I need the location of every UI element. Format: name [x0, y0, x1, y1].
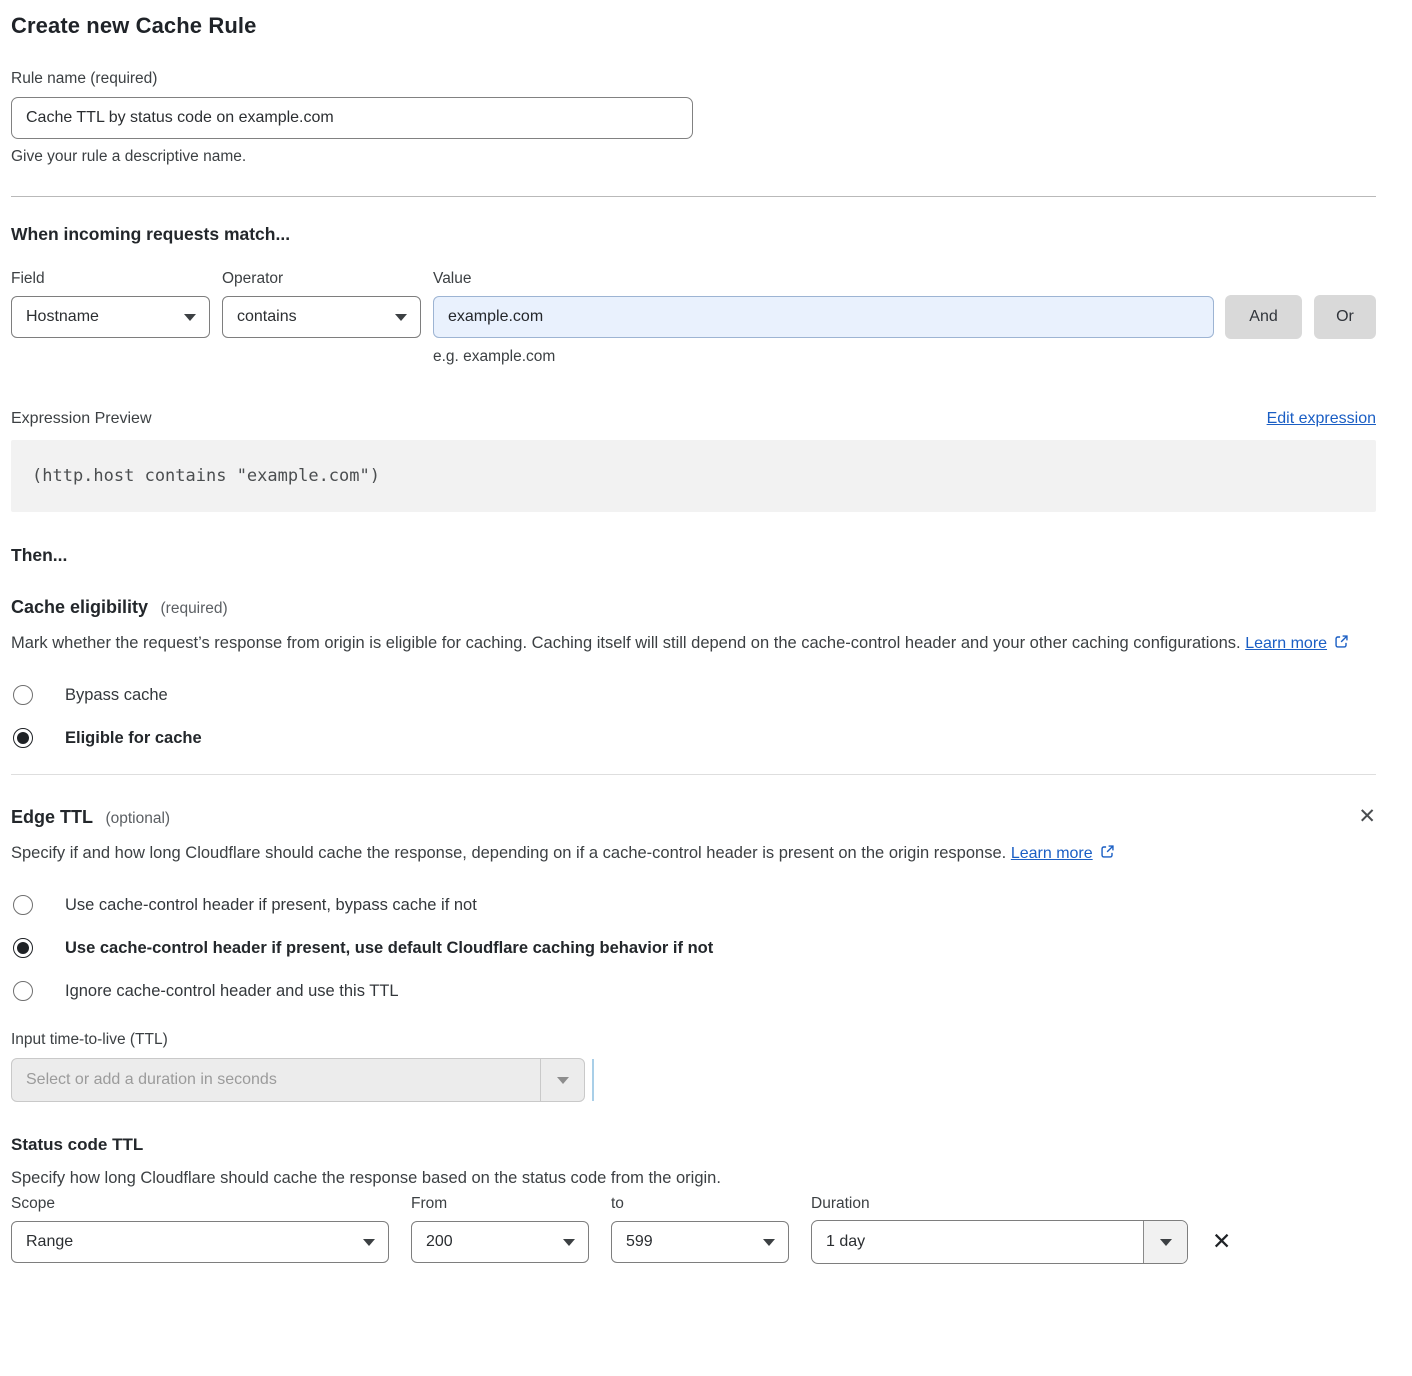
ttl-input-label: Input time-to-live (TTL)	[11, 1031, 1376, 1049]
ttl-input-row: Select or add a duration in seconds	[11, 1058, 1376, 1102]
to-select[interactable]: 599	[611, 1221, 789, 1263]
ttl-duration-select[interactable]: Select or add a duration in seconds	[11, 1058, 585, 1102]
edge-ttl-description: Specify if and how long Cloudflare shoul…	[11, 839, 1121, 868]
edge-ttl-learn-more-link[interactable]: Learn more	[1011, 845, 1093, 862]
expression-preview-label: Expression Preview	[11, 410, 152, 428]
status-code-ttl-title: Status code TTL	[11, 1135, 1376, 1155]
edge-ttl-optional: (optional)	[105, 810, 170, 827]
radio-option-label: Ignore cache-control header and use this…	[65, 982, 399, 1001]
chevron-down-icon	[1143, 1221, 1187, 1263]
radio-icon	[13, 981, 33, 1001]
close-icon[interactable]: ✕	[1358, 806, 1376, 827]
page-title: Create new Cache Rule	[11, 13, 1376, 39]
radio-option-eligible-for-cache[interactable]: Eligible for cache	[11, 728, 1376, 748]
expression-preview-code: (http.host contains "example.com")	[11, 440, 1376, 512]
status-code-column-labels: Scope From to Duration	[11, 1195, 1376, 1213]
cache-eligibility-description: Mark whether the request’s response from…	[11, 629, 1356, 658]
scope-select[interactable]: Range	[11, 1221, 389, 1263]
and-button[interactable]: And	[1225, 295, 1302, 339]
to-select-value: 599	[626, 1233, 653, 1251]
from-label: From	[411, 1195, 611, 1213]
radio-option-label: Use cache-control header if present, use…	[65, 939, 713, 958]
match-column-labels: Field Operator Value	[11, 270, 1376, 288]
operator-select[interactable]: contains	[222, 296, 421, 338]
cache-eligibility-title: Cache eligibility	[11, 597, 148, 617]
ttl-duration-placeholder: Select or add a duration in seconds	[26, 1071, 277, 1089]
duration-select[interactable]: 1 day	[811, 1220, 1188, 1264]
status-code-ttl-row: Range 200 599 1 day ✕	[11, 1220, 1376, 1264]
radio-option-ignore-cache-control[interactable]: Ignore cache-control header and use this…	[11, 981, 1376, 1001]
chevron-down-icon	[563, 1239, 575, 1246]
match-heading: When incoming requests match...	[11, 224, 1376, 245]
radio-option-label: Use cache-control header if present, byp…	[65, 896, 477, 915]
or-button[interactable]: Or	[1314, 295, 1376, 339]
section-divider	[11, 196, 1376, 197]
radio-icon	[13, 728, 33, 748]
cache-eligibility-required: (required)	[161, 600, 228, 617]
rule-name-helper: Give your rule a descriptive name.	[11, 148, 1376, 166]
focus-indicator-bar	[592, 1059, 594, 1101]
rule-name-label: Rule name (required)	[11, 70, 1376, 88]
edit-expression-link[interactable]: Edit expression	[1267, 410, 1376, 428]
field-label: Field	[11, 270, 222, 288]
chevron-down-icon	[395, 314, 407, 321]
radio-option-bypass-cache[interactable]: Bypass cache	[11, 685, 1376, 705]
external-link-icon	[1334, 630, 1349, 658]
radio-option-label: Eligible for cache	[65, 729, 202, 748]
chevron-down-icon	[540, 1059, 584, 1101]
radio-icon	[13, 685, 33, 705]
chevron-down-icon	[184, 314, 196, 321]
then-heading: Then...	[11, 545, 1376, 566]
cache-eligibility-header: Cache eligibility (required)	[11, 597, 1376, 618]
radio-icon	[13, 938, 33, 958]
field-select[interactable]: Hostname	[11, 296, 210, 338]
from-select[interactable]: 200	[411, 1221, 589, 1263]
radio-icon	[13, 895, 33, 915]
expression-preview-header: Expression Preview Edit expression	[11, 410, 1376, 428]
chevron-down-icon	[763, 1239, 775, 1246]
rule-name-input[interactable]	[11, 97, 693, 139]
chevron-down-icon	[363, 1239, 375, 1246]
cache-eligibility-learn-more-link[interactable]: Learn more	[1245, 635, 1327, 652]
value-helper: e.g. example.com	[433, 348, 1376, 366]
radio-option-label: Bypass cache	[65, 686, 168, 705]
duration-select-value: 1 day	[812, 1221, 1143, 1263]
operator-select-value: contains	[237, 308, 297, 326]
radio-option-cache-control-default[interactable]: Use cache-control header if present, use…	[11, 938, 1376, 958]
value-input[interactable]	[433, 296, 1214, 338]
edge-ttl-header: Edge TTL (optional) ✕	[11, 806, 1376, 828]
match-condition-row: Hostname contains And Or	[11, 295, 1376, 339]
create-cache-rule-form: Create new Cache Rule Rule name (require…	[11, 0, 1376, 1294]
delete-row-icon[interactable]: ✕	[1212, 1231, 1231, 1254]
scope-label: Scope	[11, 1195, 411, 1213]
scope-select-value: Range	[26, 1233, 73, 1251]
edge-ttl-title: Edge TTL	[11, 807, 93, 827]
section-divider	[11, 774, 1376, 775]
duration-label: Duration	[811, 1195, 870, 1213]
radio-option-cache-control-bypass[interactable]: Use cache-control header if present, byp…	[11, 895, 1376, 915]
status-code-ttl-description: Specify how long Cloudflare should cache…	[11, 1169, 1376, 1188]
to-label: to	[611, 1195, 811, 1213]
operator-label: Operator	[222, 270, 433, 288]
from-select-value: 200	[426, 1233, 453, 1251]
value-label: Value	[433, 270, 472, 288]
field-select-value: Hostname	[26, 308, 99, 326]
external-link-icon	[1100, 840, 1115, 868]
